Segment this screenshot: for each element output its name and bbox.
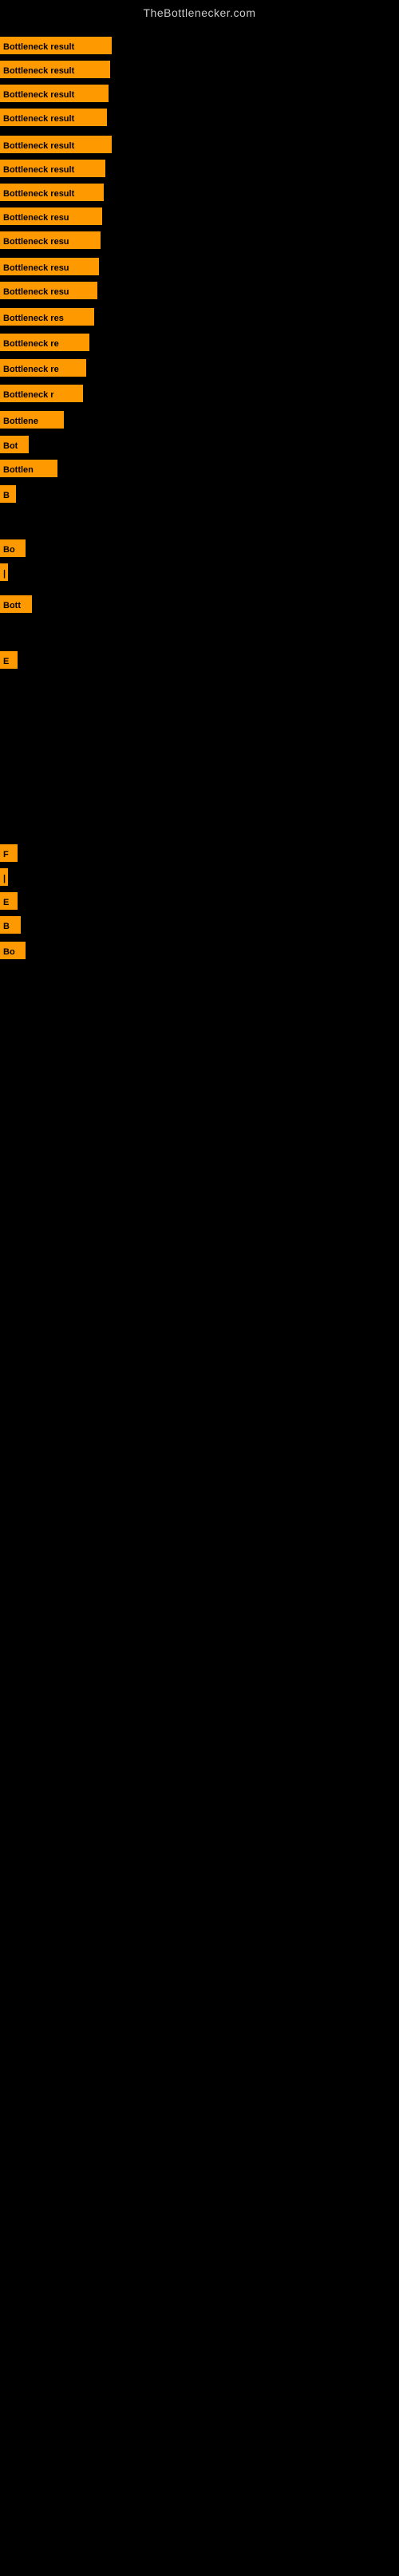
- bar-row: E: [0, 651, 18, 669]
- bar-row: B: [0, 485, 16, 503]
- bar-label: Bottlen: [0, 460, 57, 477]
- bar-label: Bot: [0, 436, 29, 453]
- bar-row: Bott: [0, 595, 32, 613]
- bar-row: Bottlene: [0, 411, 64, 429]
- bar-row: B: [0, 916, 21, 934]
- bar-label: |: [0, 868, 8, 886]
- bar-label: Bottleneck r: [0, 385, 83, 402]
- bar-label: Bottleneck resu: [0, 231, 101, 249]
- bar-label: Bottleneck resu: [0, 207, 102, 225]
- bar-label: Bottleneck re: [0, 334, 89, 351]
- bar-row: Bottleneck result: [0, 61, 110, 78]
- bar-row: |: [0, 563, 8, 581]
- bar-row: Bottleneck resu: [0, 231, 101, 249]
- bar-label: B: [0, 916, 21, 934]
- bar-row: Bottleneck result: [0, 37, 112, 54]
- bar-row: Bottleneck re: [0, 359, 86, 377]
- bar-label: Bottleneck result: [0, 136, 112, 153]
- bar-row: Bottlen: [0, 460, 57, 477]
- bar-label: Bottleneck resu: [0, 282, 97, 299]
- bar-label: E: [0, 651, 18, 669]
- bar-row: Bo: [0, 539, 26, 557]
- bar-label: B: [0, 485, 16, 503]
- bar-label: E: [0, 892, 18, 910]
- bar-row: Bottleneck res: [0, 308, 94, 326]
- bar-row: Bottleneck re: [0, 334, 89, 351]
- bar-label: F: [0, 844, 18, 862]
- bar-label: Bottleneck resu: [0, 258, 99, 275]
- bar-label: Bottleneck res: [0, 308, 94, 326]
- bar-label: Bo: [0, 942, 26, 959]
- bar-label: Bottlene: [0, 411, 64, 429]
- bar-row: Bo: [0, 942, 26, 959]
- bar-row: Bot: [0, 436, 29, 453]
- site-title: TheBottlenecker.com: [0, 0, 399, 22]
- bar-label: |: [0, 563, 8, 581]
- bar-label: Bottleneck result: [0, 109, 107, 126]
- bar-label: Bottleneck re: [0, 359, 86, 377]
- bar-row: Bottleneck resu: [0, 207, 102, 225]
- bar-label: Bottleneck result: [0, 160, 105, 177]
- bar-row: |: [0, 868, 8, 886]
- bar-label: Bottleneck result: [0, 184, 104, 201]
- bar-row: Bottleneck result: [0, 160, 105, 177]
- bar-label: Bottleneck result: [0, 61, 110, 78]
- bar-row: Bottleneck result: [0, 184, 104, 201]
- bar-label: Bottleneck result: [0, 85, 109, 102]
- bar-row: Bottleneck resu: [0, 258, 99, 275]
- bar-label: Bott: [0, 595, 32, 613]
- bar-label: Bo: [0, 539, 26, 557]
- bar-row: Bottleneck result: [0, 109, 107, 126]
- bar-row: Bottleneck result: [0, 85, 109, 102]
- bar-row: Bottleneck resu: [0, 282, 97, 299]
- bar-label: Bottleneck result: [0, 37, 112, 54]
- bar-row: Bottleneck r: [0, 385, 83, 402]
- bar-row: Bottleneck result: [0, 136, 112, 153]
- bar-row: E: [0, 892, 18, 910]
- bar-row: F: [0, 844, 18, 862]
